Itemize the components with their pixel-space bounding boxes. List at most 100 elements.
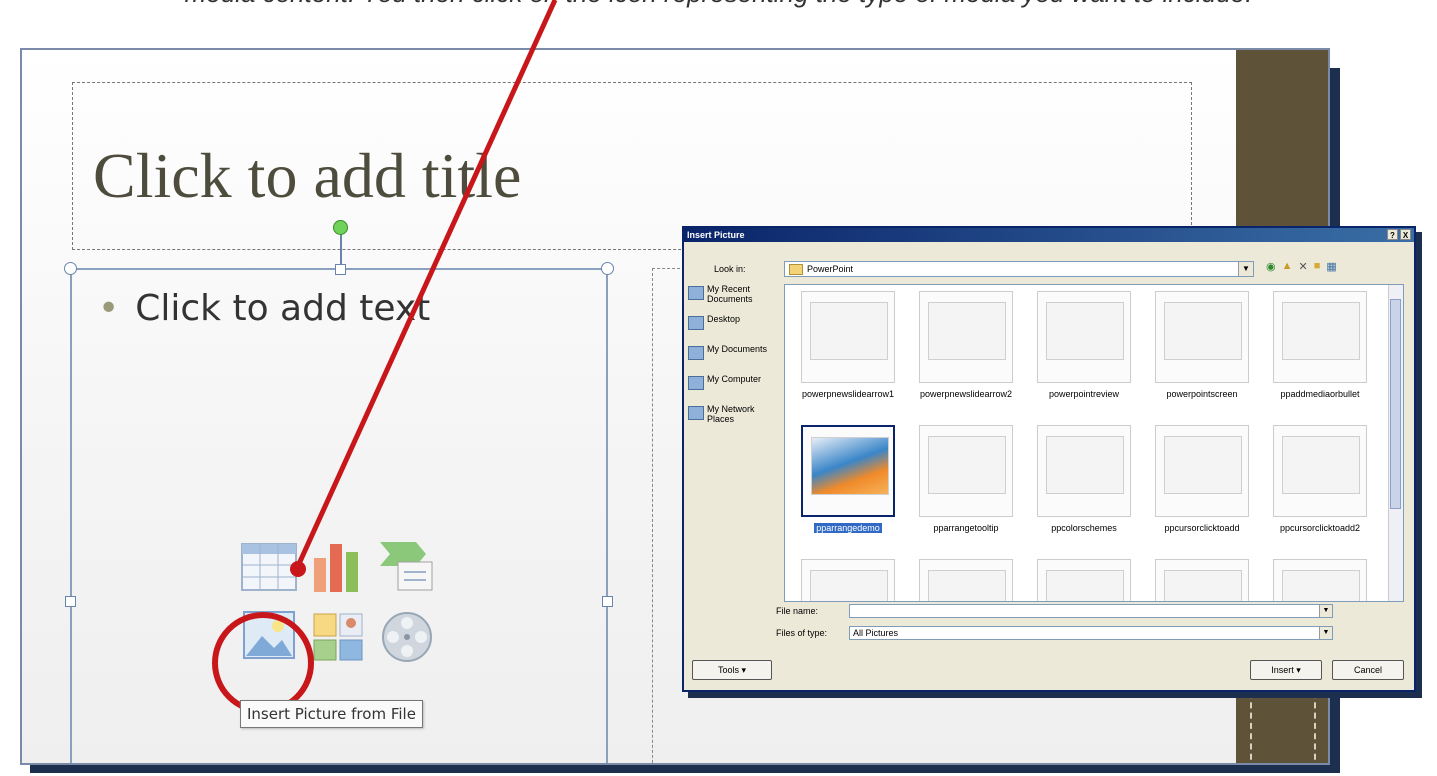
scroll-thumb[interactable] (1390, 299, 1401, 509)
thumbnail-preview (811, 437, 889, 495)
thumbnail-caption: pparrangedemo (791, 523, 905, 533)
file-thumbnail[interactable]: powerpnewslidearrow2 (909, 291, 1023, 421)
highlight-circle (212, 612, 314, 714)
file-thumbnail[interactable] (1027, 559, 1141, 601)
thumbnail-filename: ppaddmediaorbullet (1280, 389, 1360, 399)
file-thumbnail[interactable]: ppaddmediaorbullet (1263, 291, 1377, 421)
file-thumbnail[interactable]: ppcursorclicktoadd2 (1263, 425, 1377, 555)
thumbnail-image (1037, 559, 1131, 601)
file-name-input[interactable]: ▼ (849, 604, 1333, 618)
thumbnail-filename: ppcolorschemes (1051, 523, 1117, 533)
close-button[interactable]: X (1400, 229, 1411, 240)
file-thumbnail[interactable]: pparrangedemo (791, 425, 905, 555)
thumbnail-preview (1282, 302, 1360, 360)
thumbnail-caption: ppcursorclicktoadd2 (1263, 523, 1377, 533)
help-button[interactable]: ? (1387, 229, 1398, 240)
new-folder-icon[interactable]: ■ (1314, 260, 1321, 273)
chevron-down-icon[interactable]: ▼ (1319, 627, 1332, 639)
rotation-handle[interactable] (333, 220, 348, 235)
file-thumbnail[interactable] (1263, 559, 1377, 601)
thumbnail-image (1155, 291, 1249, 383)
thumbnail-preview (928, 570, 1006, 601)
files-of-type-value: All Pictures (853, 628, 899, 638)
place-recent[interactable]: My Recent Documents (688, 284, 776, 312)
insert-picture-tooltip: Insert Picture from File (240, 700, 423, 728)
resize-handle-top[interactable] (335, 264, 346, 275)
dialog-title-bar: Insert Picture ? X (684, 228, 1414, 242)
folder-icon (789, 264, 803, 276)
file-thumbnail[interactable] (909, 559, 1023, 601)
resize-handle-left[interactable] (65, 596, 76, 607)
file-list[interactable]: powerpnewslidearrow1 powerpnewslidearrow2… (784, 284, 1404, 602)
place-network[interactable]: My Network Places (688, 404, 776, 432)
desktop-icon (688, 316, 704, 330)
insert-button[interactable]: Insert ▾ (1250, 660, 1322, 680)
views-icon[interactable]: ▦ (1326, 260, 1336, 273)
network-places-icon (688, 406, 704, 420)
content-placeholder[interactable]: • Click to add text Insert Picture from … (64, 220, 614, 763)
thumbnail-preview (810, 302, 888, 360)
file-thumbnail[interactable] (791, 559, 905, 601)
look-in-value: PowerPoint (807, 264, 854, 274)
my-computer-icon (688, 376, 704, 390)
thumbnail-image (801, 425, 895, 517)
thumbnail-preview (1046, 436, 1124, 494)
files-of-type-select[interactable]: All Pictures ▼ (849, 626, 1333, 640)
file-thumbnail[interactable]: ppcursorclicktoadd (1145, 425, 1259, 555)
chevron-down-icon[interactable]: ▼ (1238, 262, 1253, 276)
thumbnail-image (801, 559, 895, 601)
look-in-label: Look in: (714, 264, 746, 274)
thumbnail-image (1273, 559, 1367, 601)
thumbnail-filename: powerpointscreen (1166, 389, 1238, 399)
thumbnail-caption: powerpnewslidearrow1 (791, 389, 905, 399)
tools-button[interactable]: Tools ▾ (692, 660, 772, 680)
thumbnail-image (1155, 559, 1249, 601)
back-icon[interactable]: ◉ (1266, 260, 1276, 273)
insert-smartart-icon[interactable] (378, 538, 436, 596)
thumbnail-image (1037, 291, 1131, 383)
file-thumbnail[interactable]: powerpnewslidearrow1 (791, 291, 905, 421)
insert-chart-icon[interactable] (310, 538, 368, 596)
thumbnail-filename: ppcursorclicktoadd (1164, 523, 1240, 533)
thumbnail-preview (1282, 570, 1360, 601)
thumbnail-image (1155, 425, 1249, 517)
resize-handle-top-right[interactable] (601, 262, 614, 275)
recent-documents-icon (688, 286, 704, 300)
title-placeholder[interactable]: Click to add title (72, 82, 1192, 250)
place-my-computer[interactable]: My Computer (688, 374, 776, 402)
place-label: Desktop (707, 314, 741, 324)
insert-table-icon[interactable] (240, 538, 298, 596)
place-label: My Network Places (707, 404, 755, 424)
insert-clip-art-icon[interactable] (310, 608, 368, 666)
thumbnail-caption: ppaddmediaorbullet (1263, 389, 1377, 399)
title-placeholder-text: Click to add title (93, 140, 522, 211)
thumbnail-preview (928, 436, 1006, 494)
dialog-title: Insert Picture (687, 230, 745, 240)
look-in-dropdown[interactable]: PowerPoint ▼ (784, 261, 1254, 277)
resize-handle-right[interactable] (602, 596, 613, 607)
thumbnail-filename: powerpointreview (1048, 389, 1120, 399)
vertical-scrollbar[interactable] (1388, 285, 1403, 601)
thumbnail-caption: powerpnewslidearrow2 (909, 389, 1023, 399)
file-thumbnail[interactable]: powerpointreview (1027, 291, 1141, 421)
thumbnail-preview (1164, 570, 1242, 601)
insert-media-clip-icon[interactable] (378, 608, 436, 666)
delete-icon[interactable]: ✕ (1299, 260, 1308, 273)
file-thumbnail[interactable] (1145, 559, 1259, 601)
thumbnail-preview (928, 302, 1006, 360)
cancel-button[interactable]: Cancel (1332, 660, 1404, 680)
insert-label: Insert (1271, 665, 1294, 675)
thumbnail-preview (1046, 302, 1124, 360)
dialog-toolbar: ◉ ▲ ✕ ■ ▦ (1266, 260, 1337, 273)
file-thumbnail[interactable]: powerpointscreen (1145, 291, 1259, 421)
up-folder-icon[interactable]: ▲ (1282, 260, 1293, 273)
file-thumbnail[interactable]: ppcolorschemes (1027, 425, 1141, 555)
thumbnail-image (919, 291, 1013, 383)
place-my-documents[interactable]: My Documents (688, 344, 776, 372)
place-desktop[interactable]: Desktop (688, 314, 776, 342)
thumbnail-caption: ppcolorschemes (1027, 523, 1141, 533)
instruction-caption: media content. You then click on the ico… (0, 0, 1437, 9)
chevron-down-icon[interactable]: ▼ (1319, 605, 1332, 617)
resize-handle-top-left[interactable] (64, 262, 77, 275)
file-thumbnail[interactable]: pparrangetooltip (909, 425, 1023, 555)
